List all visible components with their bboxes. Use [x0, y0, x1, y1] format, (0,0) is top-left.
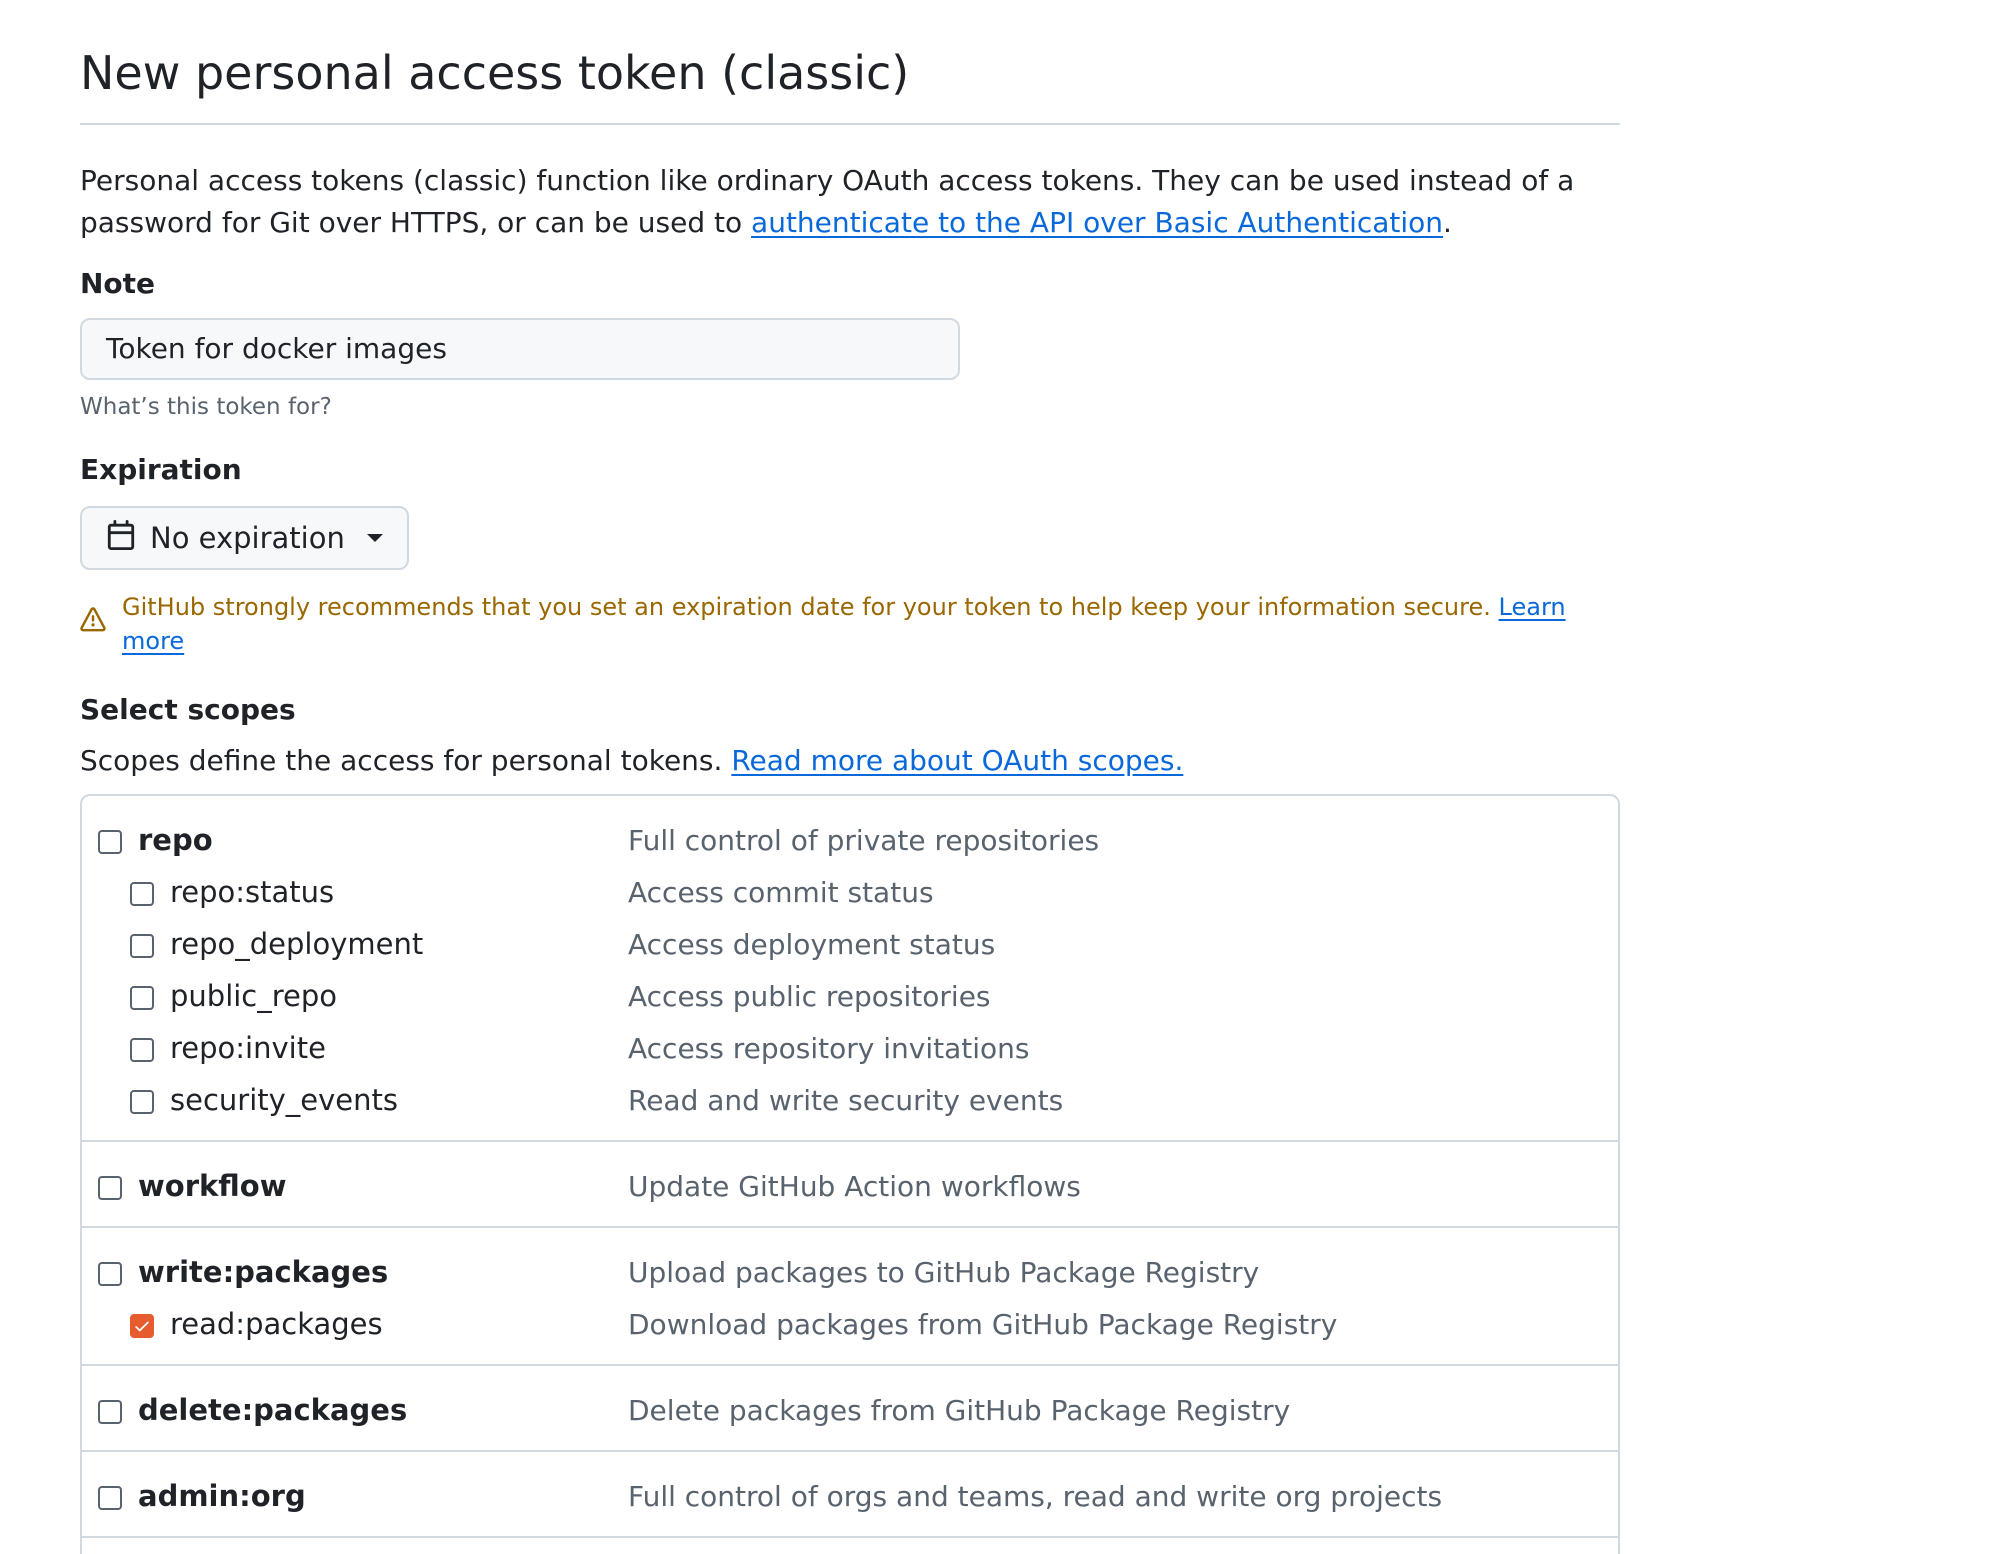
scope-checkbox[interactable]	[98, 1176, 122, 1200]
scopes-list: repo Full control of private repositories…	[80, 794, 1620, 1554]
scope-description: Access repository invitations	[628, 1031, 1030, 1065]
scope-group-workflow: workflow Update GitHub Action workflows	[82, 1142, 1618, 1228]
note-hint: What’s this token for?	[80, 394, 332, 420]
chevron-down-icon	[366, 534, 383, 542]
scope-row-security-events: security_events Read and write security e…	[82, 1074, 1618, 1126]
basic-auth-link[interactable]: authenticate to the API over Basic Authe…	[751, 206, 1443, 239]
note-input[interactable]: Token for docker images	[80, 318, 960, 380]
scope-checkbox[interactable]	[98, 1486, 122, 1510]
scope-name[interactable]: repo	[138, 823, 213, 857]
scope-checkbox[interactable]	[130, 934, 154, 958]
scope-name[interactable]: admin:org	[138, 1479, 306, 1513]
scope-row-admin-org: admin:org Full control of orgs and teams,…	[82, 1470, 1618, 1522]
scope-name[interactable]: write:packages	[138, 1255, 388, 1289]
scope-row-read-packages: read:packages Download packages from GitH…	[82, 1298, 1618, 1350]
expiration-dropdown[interactable]: No expiration	[80, 506, 409, 570]
scope-description: Update GitHub Action workflows	[628, 1169, 1081, 1203]
scope-row-public-repo: public_repo Access public repositories	[82, 970, 1618, 1022]
scope-group-admin-org: admin:org Full control of orgs and teams,…	[82, 1452, 1618, 1538]
scope-description: Delete packages from GitHub Package Regi…	[628, 1393, 1291, 1427]
scope-row-repo-invite: repo:invite Access repository invitations	[82, 1022, 1618, 1074]
scope-row-repo-status: repo:status Access commit status	[82, 866, 1618, 918]
scope-group-write-packages: write:packages Upload packages to GitHub …	[82, 1228, 1618, 1366]
scope-name[interactable]: read:packages	[170, 1307, 383, 1341]
alert-icon	[80, 606, 106, 642]
scope-description: Full control of private repositories	[628, 823, 1100, 857]
scopes-label: Select scopes	[80, 693, 296, 726]
check-icon	[135, 1321, 149, 1332]
scope-name[interactable]: delete:packages	[138, 1393, 407, 1427]
scope-row-repo: repo Full control of private repositories	[82, 814, 1618, 866]
title-divider	[80, 123, 1620, 125]
scope-row-repo-deployment: repo_deployment Access deployment status	[82, 918, 1618, 970]
scope-name[interactable]: repo:invite	[170, 1031, 326, 1065]
scope-checkbox[interactable]	[98, 830, 122, 854]
warning-text: GitHub strongly recommends that you set …	[122, 593, 1491, 621]
scope-checkbox[interactable]	[98, 1262, 122, 1286]
scope-checkbox[interactable]	[98, 1400, 122, 1424]
scope-checkbox-checked[interactable]	[130, 1314, 154, 1338]
expiration-selected: No expiration	[150, 521, 345, 555]
oauth-scopes-link[interactable]: Read more about OAuth scopes.	[731, 744, 1183, 777]
scope-row-delete-packages: delete:packages Delete packages from GitH…	[82, 1384, 1618, 1436]
page-title: New personal access token (classic)	[80, 46, 910, 100]
scope-description: Full control of orgs and teams, read and…	[628, 1479, 1443, 1513]
scope-checkbox[interactable]	[130, 1038, 154, 1062]
expiration-label: Expiration	[80, 453, 242, 486]
scope-name[interactable]: security_events	[170, 1083, 398, 1117]
scopes-desc-text: Scopes define the access for personal to…	[80, 744, 723, 777]
scope-description: Access public repositories	[628, 979, 991, 1013]
scope-description: Upload packages to GitHub Package Regist…	[628, 1255, 1260, 1289]
scope-name[interactable]: repo:status	[170, 875, 334, 909]
scope-description: Access deployment status	[628, 927, 996, 961]
scope-group-repo: repo Full control of private repositories…	[82, 796, 1618, 1142]
note-label: Note	[80, 267, 156, 300]
scope-name[interactable]: public_repo	[170, 979, 337, 1013]
scope-name[interactable]: repo_deployment	[170, 927, 423, 961]
scope-description: Download packages from GitHub Package Re…	[628, 1307, 1338, 1341]
scope-description: Access commit status	[628, 875, 934, 909]
scope-group-delete-packages: delete:packages Delete packages from GitH…	[82, 1366, 1618, 1452]
scopes-description: Scopes define the access for personal to…	[80, 742, 1620, 780]
intro-paragraph: Personal access tokens (classic) functio…	[80, 160, 1620, 244]
scope-checkbox[interactable]	[130, 1090, 154, 1114]
scope-checkbox[interactable]	[130, 882, 154, 906]
token-form-page: New personal access token (classic) Pers…	[80, 0, 1620, 1554]
expiration-warning: GitHub strongly recommends that you set …	[80, 590, 1620, 658]
scope-checkbox[interactable]	[130, 986, 154, 1010]
scope-description: Read and write security events	[628, 1083, 1064, 1117]
scope-name[interactable]: workflow	[138, 1169, 287, 1203]
calendar-icon	[106, 519, 136, 557]
scope-row-workflow: workflow Update GitHub Action workflows	[82, 1160, 1618, 1212]
intro-suffix: .	[1443, 206, 1452, 239]
scope-row-write-packages: write:packages Upload packages to GitHub …	[82, 1246, 1618, 1298]
